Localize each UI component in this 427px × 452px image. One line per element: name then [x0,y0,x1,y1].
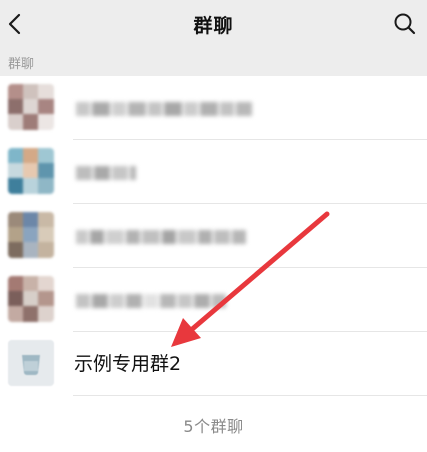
section-header: 群聊 [0,48,427,76]
nav-bar: 群聊 [0,0,427,48]
group-name: 示例专用群2 [74,353,182,375]
group-avatar [8,84,54,130]
group-avatar [8,212,54,258]
group-count: 5个群聊 [183,417,244,436]
search-button[interactable] [383,0,427,48]
group-avatar [8,276,54,322]
section-label: 群聊 [8,57,35,72]
group-avatar [8,340,54,386]
group-name-redacted [76,165,138,180]
group-row[interactable] [0,140,427,204]
group-avatar [8,148,54,194]
search-icon [394,13,416,35]
group-chats-page: 群聊 群聊 示例专用群2 5个群聊 [0,0,427,452]
group-row-example[interactable] [0,332,427,396]
row-divider [73,395,427,396]
group-row[interactable] [0,76,427,140]
group-name-redacted [76,293,228,308]
group-row[interactable] [0,204,427,268]
group-name-redacted [76,101,254,116]
group-row[interactable] [0,268,427,332]
page-title: 群聊 [193,15,234,37]
group-avatar-icon [8,340,54,386]
group-name-redacted [76,229,248,244]
